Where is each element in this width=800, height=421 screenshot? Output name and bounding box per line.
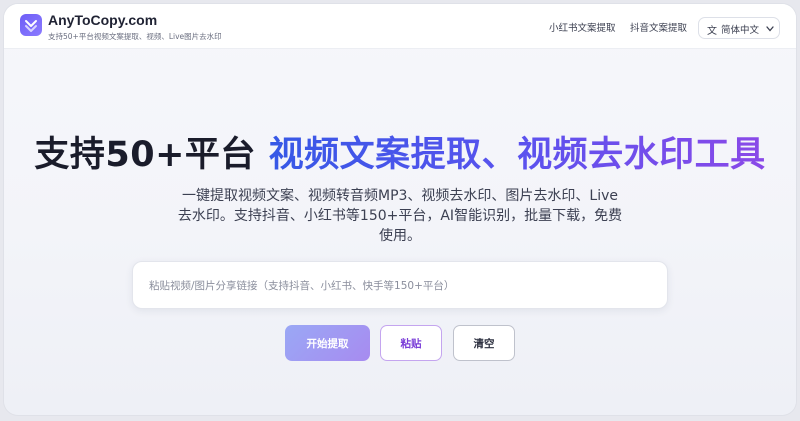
link-input-box[interactable] [132,261,668,309]
brand-tagline: 支持50+平台视频文案提取、视频、Live图片去水印 [48,32,222,41]
nav-link-douyin[interactable]: 抖音文案提取 [630,20,687,34]
hero-title-part2: 视频文案提取、视频去水印工具 [268,135,766,175]
chevron-down-icon [766,26,774,32]
logo-icon[interactable] [20,14,42,36]
language-selector[interactable]: 文 简体中文 [698,17,780,39]
translate-icon: 文 [707,26,717,37]
link-input[interactable] [147,274,651,298]
paste-button[interactable]: 粘贴 [380,325,442,361]
brand-name[interactable]: AnyToCopy.com [48,12,157,28]
hero-title-part1: 支持50+平台 [34,135,256,175]
clear-button[interactable]: 清空 [453,325,515,361]
language-label: 简体中文 [721,25,760,36]
top-navbar: AnyToCopy.com 支持50+平台视频文案提取、视频、Live图片去水印… [4,4,796,49]
nav-link-xiaohongshu[interactable]: 小红书文案提取 [549,20,616,34]
start-extract-button[interactable]: 开始提取 [285,325,370,361]
hero-title: 支持50+平台 视频文案提取、视频去水印工具 [4,126,796,177]
app-window: AnyToCopy.com 支持50+平台视频文案提取、视频、Live图片去水印… [4,4,796,415]
hero-subtitle: 一键提取视频文案、视频转音频MP3、视频去水印、图片去水印、Live去水印。支持… [177,188,623,244]
